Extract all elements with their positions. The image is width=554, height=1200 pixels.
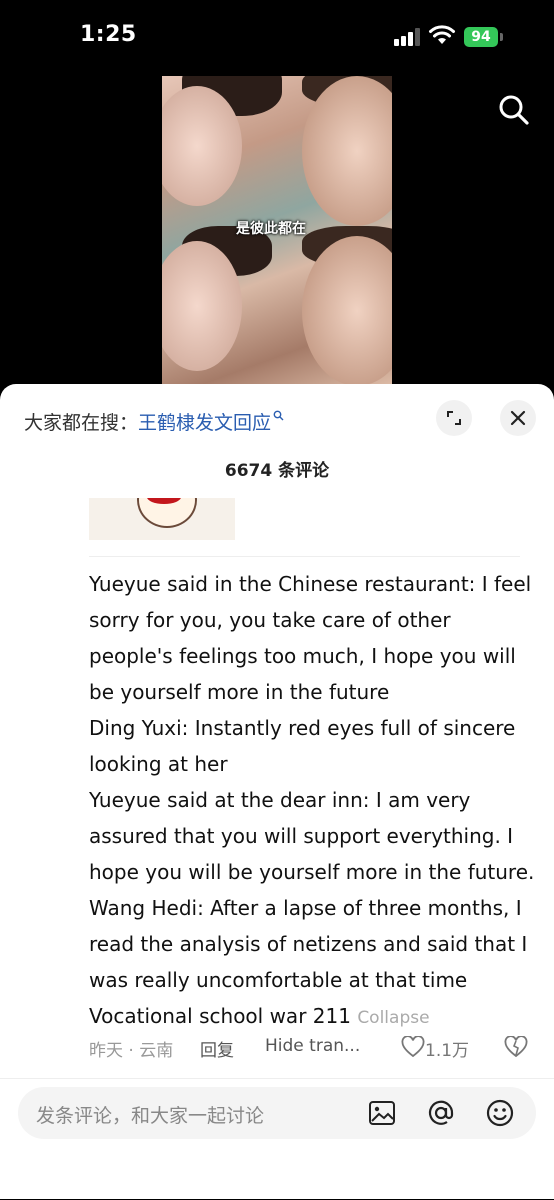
heart-icon [401,1035,425,1058]
expand-icon [447,411,461,425]
comment-meta: 昨天 · 云南 回复 Hide tran... 1.1万 [89,1035,539,1062]
comment-input-placeholder: 发条评论，和大家一起讨论 [36,1105,265,1127]
comment-line: Yueyue said at the dear inn: I am very [89,788,471,812]
comment-input[interactable]: 发条评论，和大家一起讨论 [18,1087,536,1139]
image-icon[interactable] [367,1098,397,1128]
close-icon [510,410,526,426]
trending-prefix: 大家都在搜： [24,412,139,434]
comment-line: Ding Yuxi: Instantly red eyes full of si… [89,716,516,740]
trending-link[interactable]: 王鹤棣发文回应 [138,412,271,434]
comment-image-thumbnail[interactable] [89,498,235,540]
comment-line: was really uncomfortable at that time [89,968,468,992]
comments-sheet: 大家都在搜：王鹤棣发文回应 6674 条评论 Yueyue said in th… [0,384,554,1199]
mention-icon[interactable] [426,1098,456,1128]
reply-button[interactable]: 回复 [200,1036,234,1061]
comment-line: sorry for you, you take care of other [89,608,451,632]
search-small-icon [273,410,284,421]
collapse-link[interactable]: Collapse [357,1008,429,1028]
divider [89,556,520,557]
battery-indicator: 94 [464,27,498,47]
comment-line: looking at her [89,752,228,776]
dislike-icon [504,1035,528,1058]
battery-tip [500,33,503,41]
comment-line: people's feelings too much, I hope you w… [89,644,516,668]
comment-time-location: 昨天 · 云南 [89,1041,174,1061]
comment-count: 6674 条评论 [224,461,330,481]
comment-line: hope you will be yourself more in the fu… [89,860,535,884]
comment-line: assured that you will support everything… [89,824,514,848]
like-button[interactable]: 1.1万 [401,1035,469,1061]
search-icon[interactable] [496,92,532,128]
comment-line: read the analysis of netizens and said t… [89,932,528,956]
dislike-button[interactable] [504,1035,528,1059]
comment-line: Wang Hedi: After a lapse of three months… [89,896,522,920]
emoji-icon[interactable] [485,1098,515,1128]
status-time: 1:25 [80,22,137,47]
hide-translation-button[interactable]: Hide tran... [265,1036,360,1056]
wifi-icon [429,25,455,44]
like-count: 1.1万 [425,1041,470,1061]
status-bar: 1:25 94 [0,0,554,76]
comment-text: Yueyue said in the Chinese restaurant: I… [89,566,534,1036]
comment-line: Yueyue said in the Chinese restaurant: I… [89,572,532,596]
trending-search[interactable]: 大家都在搜：王鹤棣发文回应 [24,408,284,435]
video-player[interactable]: 是彼此都在 [162,76,392,396]
comment-line: Vocational school war 211 [89,1004,351,1028]
expand-button[interactable] [436,400,472,436]
comment-line: be yourself more in the future [89,680,390,704]
cellular-signal-icon [394,28,422,46]
video-subtitle: 是彼此都在 [236,221,306,237]
comment-input-bar: 发条评论，和大家一起讨论 [0,1078,554,1200]
close-button[interactable] [500,400,536,436]
